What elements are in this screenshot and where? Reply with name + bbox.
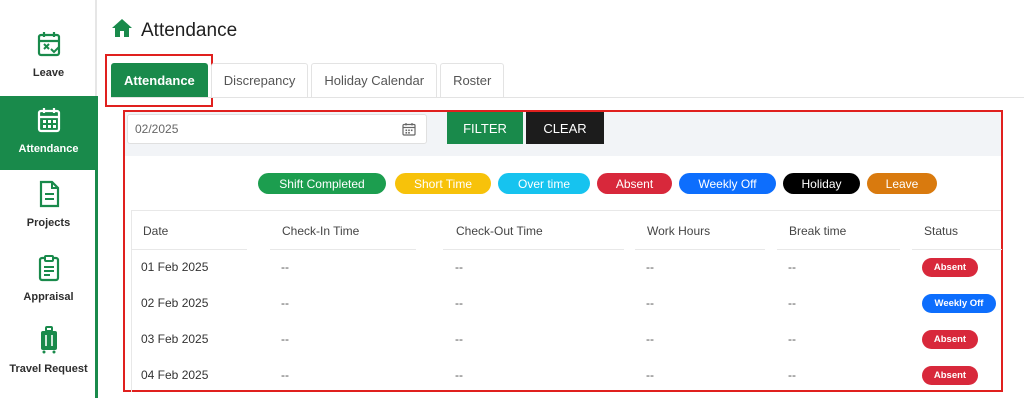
row-date: 02 Feb 2025	[141, 296, 209, 310]
table-header-date: Date	[143, 224, 169, 238]
calendar-grid-icon	[36, 106, 62, 134]
calendar-x-icon	[36, 30, 62, 58]
table-header-break-time: Break time	[789, 224, 847, 238]
tab-bar: Attendance Discrepancy Holiday Calendar …	[111, 63, 507, 97]
sidebar-item-attendance[interactable]: Attendance	[0, 96, 97, 170]
status-badge: Absent	[922, 330, 978, 349]
clear-button[interactable]: CLEAR	[526, 112, 604, 144]
clipboard-icon	[36, 254, 62, 282]
legend-weekly-off: Weekly Off	[679, 173, 776, 194]
row-work-hours: --	[646, 368, 654, 382]
row-work-hours: --	[646, 332, 654, 346]
table-header-check-out: Check-Out Time	[456, 224, 543, 238]
header-divider	[777, 249, 900, 250]
main-content: Attendance Attendance Discrepancy Holida…	[99, 0, 1024, 398]
tab-attendance[interactable]: Attendance	[111, 63, 208, 97]
tab-roster[interactable]: Roster	[440, 63, 505, 97]
row-break-time: --	[788, 296, 796, 310]
sidebar-item-label: Projects	[26, 217, 71, 229]
month-picker-input[interactable]: 02/2025	[127, 114, 427, 144]
header-divider	[270, 249, 416, 250]
sidebar-item-leave[interactable]: Leave	[0, 22, 97, 96]
month-picker-value: 02/2025	[135, 122, 179, 136]
row-date: 01 Feb 2025	[141, 260, 209, 274]
filter-bar: 02/2025 FILTER CLEAR	[125, 112, 1001, 156]
row-break-time: --	[788, 260, 796, 274]
row-check-in: --	[281, 260, 289, 274]
legend-absent: Absent	[597, 173, 672, 194]
sidebar-item-label: Attendance	[18, 143, 79, 155]
luggage-icon	[36, 326, 62, 354]
calendar-icon[interactable]	[402, 122, 416, 139]
row-date: 04 Feb 2025	[141, 368, 209, 382]
page-header: Attendance	[111, 18, 237, 43]
sidebar-item-projects[interactable]: Projects	[0, 170, 97, 244]
row-check-out: --	[455, 332, 463, 346]
row-check-in: --	[281, 332, 289, 346]
row-check-out: --	[455, 260, 463, 274]
header-divider	[443, 249, 624, 250]
sidebar-item-travel-request[interactable]: Travel Request	[0, 318, 97, 392]
table-header-status: Status	[924, 224, 959, 238]
sidebar-item-appraisal[interactable]: Appraisal	[0, 244, 97, 318]
page-title: Attendance	[141, 19, 238, 41]
row-break-time: --	[788, 368, 796, 382]
header-divider	[635, 249, 765, 250]
sidebar-item-label: Travel Request	[9, 363, 88, 375]
row-check-out: --	[455, 368, 463, 382]
tab-divider	[111, 97, 1024, 98]
header-divider	[912, 249, 1002, 250]
sidebar-border	[95, 96, 98, 398]
status-badge: Absent	[922, 366, 978, 385]
table-header-work-hours: Work Hours	[647, 224, 711, 238]
attendance-panel: 02/2025 FILTER CLEAR Shift Completed Sho…	[123, 110, 1003, 392]
table-header-check-in: Check-In Time	[282, 224, 360, 238]
row-check-in: --	[281, 296, 289, 310]
row-work-hours: --	[646, 260, 654, 274]
status-badge: Absent	[922, 258, 978, 277]
sidebar-item-label: Leave	[32, 67, 65, 79]
legend-shift-completed: Shift Completed	[258, 173, 386, 194]
legend-holiday: Holiday	[783, 173, 860, 194]
home-icon[interactable]	[111, 18, 133, 43]
document-icon	[36, 180, 62, 208]
tab-discrepancy[interactable]: Discrepancy	[210, 63, 309, 97]
legend-leave: Leave	[867, 173, 937, 194]
row-check-out: --	[455, 296, 463, 310]
attendance-table: Date Check-In Time Check-Out Time Work H…	[131, 210, 1002, 392]
sidebar-item-label: Appraisal	[23, 291, 74, 303]
filter-button[interactable]: FILTER	[447, 112, 523, 144]
row-work-hours: --	[646, 296, 654, 310]
row-date: 03 Feb 2025	[141, 332, 209, 346]
row-break-time: --	[788, 332, 796, 346]
status-badge: Weekly Off	[922, 294, 996, 313]
sidebar: Leave Attendance Projects Appraisal Trav…	[0, 0, 97, 398]
row-check-in: --	[281, 368, 289, 382]
header-divider	[132, 249, 247, 250]
tab-holiday-calendar[interactable]: Holiday Calendar	[311, 63, 438, 97]
legend-over-time: Over time	[498, 173, 590, 194]
legend-short-time: Short Time	[395, 173, 491, 194]
